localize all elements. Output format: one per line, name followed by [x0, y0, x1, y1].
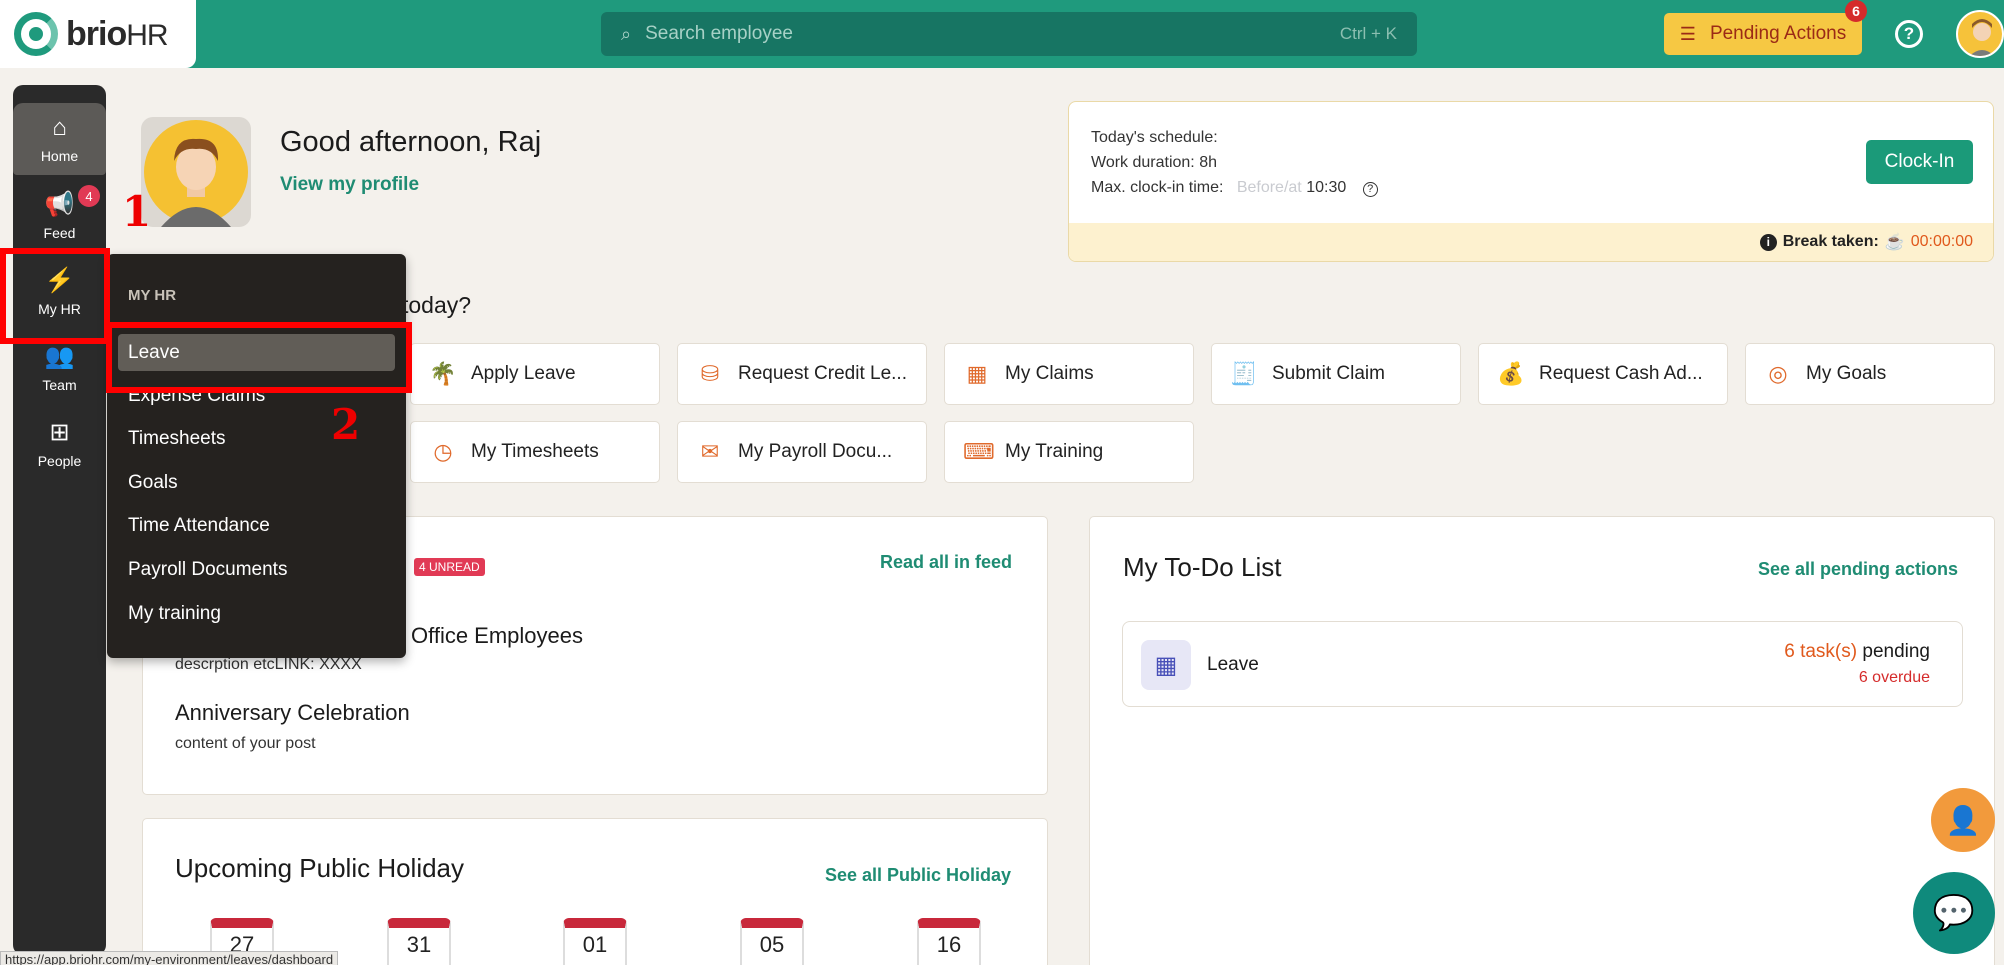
home-icon: ⌂ [52, 114, 67, 141]
training-icon: ⌨ [963, 439, 995, 464]
my-training-button[interactable]: ⌨ My Training [944, 421, 1194, 483]
overdue-label: 6 overdue [1858, 669, 1930, 686]
post-title[interactable]: Anniversary Celebration [175, 700, 410, 726]
megaphone-icon: 📢 [44, 190, 75, 218]
todo-title: My To-Do List [1123, 552, 1282, 582]
info-icon: i [1759, 233, 1777, 251]
see-all-pending-link[interactable]: See all pending actions [1758, 559, 1958, 580]
holiday-date[interactable]: 16 [917, 918, 981, 965]
sidebar-item-feed[interactable]: 📢 Feed 4 [13, 179, 106, 251]
request-credit-leave-button[interactable]: ⛁ Request Credit Le... [677, 343, 927, 405]
coins-icon: ⛁ [700, 361, 720, 386]
annotation-number-1: 1 [122, 187, 152, 236]
pending-actions-button[interactable]: ☰ Pending Actions [1664, 13, 1862, 55]
search-placeholder: Search employee [645, 23, 793, 44]
view-profile-link[interactable]: View my profile [280, 174, 419, 196]
my-payroll-documents-button[interactable]: ✉ My Payroll Docu... [677, 421, 927, 483]
menu-item-my-training[interactable]: My training [128, 603, 221, 625]
unread-badge: 4 UNREAD [414, 558, 485, 576]
search-shortcut: Ctrl + K [1339, 24, 1397, 43]
checklist-icon: ☰ [1679, 23, 1696, 44]
sidebar-item-home[interactable]: ⌂ Home [13, 103, 106, 175]
contact-person-button[interactable]: 👤 [1931, 788, 1995, 852]
org-chart-icon: ⊞ [49, 418, 70, 446]
apply-leave-button[interactable]: 🌴 Apply Leave [410, 343, 660, 405]
clock-in-button[interactable]: Clock-In [1866, 140, 1973, 184]
break-bar: i Break taken: ☕ 00:00:00 [1069, 223, 1993, 261]
see-all-holiday-link[interactable]: See all Public Holiday [825, 865, 1011, 886]
target-icon: ◎ [1768, 361, 1788, 386]
table-icon: ▦ [966, 361, 988, 386]
money-bag-icon: 💰 [1497, 361, 1525, 386]
person-icon: 👤 [1945, 804, 1981, 836]
todo-item-leave[interactable]: ▦ Leave 6 task(s) pending 6 overdue [1122, 621, 1963, 707]
calendar-icon: ▦ [1141, 640, 1191, 690]
sidebar: ⌂ Home 📢 Feed 4 ⚡ My HR 👥 Team ⊞ People [13, 85, 106, 955]
menu-item-payroll-documents[interactable]: Payroll Documents [128, 559, 287, 581]
work-duration: Work duration: 8h [1091, 154, 1217, 171]
user-avatar[interactable] [1956, 10, 2004, 58]
annotation-box-2 [106, 322, 412, 393]
feed-badge: 4 [78, 185, 100, 207]
my-goals-button[interactable]: ◎ My Goals [1745, 343, 1995, 405]
post-title[interactable]: Office Employees [411, 623, 583, 649]
menu-item-time-attendance[interactable]: Time Attendance [128, 515, 270, 537]
holiday-date[interactable]: 01 [563, 918, 627, 965]
annotation-number-2: 2 [331, 400, 361, 449]
break-time: 00:00:00 [1910, 233, 1973, 250]
read-all-feed-link[interactable]: Read all in feed [880, 552, 1012, 573]
chat-bubble-icon: 💬 [1932, 894, 1976, 932]
greeting-title: Good afternoon, Raj [280, 126, 542, 158]
my-hr-menu: MY HR Leave Expense Claims Timesheets Go… [107, 254, 406, 658]
coffee-icon: ☕ [1884, 234, 1905, 251]
schedule-label: Today's schedule: [1091, 129, 1218, 146]
menu-item-timesheets[interactable]: Timesheets [128, 428, 226, 450]
my-claims-button[interactable]: ▦ My Claims [944, 343, 1194, 405]
pending-count-badge: 6 [1845, 0, 1867, 22]
submit-claim-button[interactable]: 🧾 Submit Claim [1211, 343, 1461, 405]
holiday-title: Upcoming Public Holiday [175, 853, 465, 883]
schedule-card: Today's schedule: Work duration: 8h Max.… [1068, 101, 1994, 262]
todo-card [1089, 516, 1995, 965]
receipt-icon: 🧾 [1230, 361, 1258, 386]
post-description: content of your post [175, 735, 316, 752]
menu-item-goals[interactable]: Goals [128, 472, 178, 494]
help-icon[interactable]: ? [1895, 20, 1923, 48]
status-bar-url: https://app.briohr.com/my-environment/le… [0, 951, 339, 965]
chat-button[interactable]: 💬 [1913, 872, 1995, 954]
payroll-mail-icon: ✉ [700, 439, 720, 464]
request-cash-advance-button[interactable]: 💰 Request Cash Ad... [1478, 343, 1728, 405]
palm-tree-icon: 🌴 [429, 361, 457, 386]
logo-mark-icon [14, 12, 58, 56]
search-icon: ⌕ [621, 23, 632, 44]
search-input[interactable]: ⌕ Search employee Ctrl + K [601, 12, 1417, 56]
quick-actions-heading: today? [402, 292, 472, 318]
my-timesheets-button[interactable]: ◷ My Timesheets [410, 421, 660, 483]
holiday-date[interactable]: 05 [740, 918, 804, 965]
annotation-box-1 [0, 248, 110, 344]
question-icon[interactable]: ? [1362, 182, 1378, 197]
clock-icon: ◷ [433, 439, 453, 464]
brand-logo[interactable]: brioHR [0, 0, 196, 68]
profile-avatar [141, 117, 251, 227]
post-description: descrption etcLINK: XXXX [175, 656, 362, 673]
menu-header: MY HR [128, 287, 177, 304]
sidebar-item-people[interactable]: ⊞ People [13, 407, 106, 479]
max-clock-in: Max. clock-in time: Before/at 10:30 ? [1091, 179, 1378, 197]
team-icon: 👥 [44, 342, 75, 370]
holiday-date[interactable]: 31 [387, 918, 451, 965]
